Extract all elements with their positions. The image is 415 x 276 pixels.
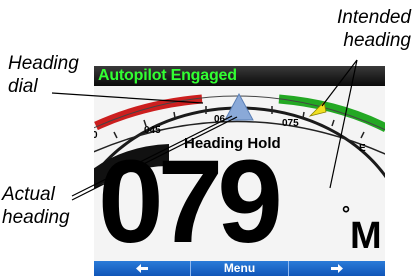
callout-actual-heading-line1: Actual (2, 184, 55, 205)
status-bar: Autopilot Engaged (94, 66, 385, 86)
softkey-bar: Menu (94, 261, 385, 276)
callout-actual-heading-line2: heading (2, 207, 70, 228)
status-title: Autopilot Engaged (98, 67, 237, 84)
heading-value: 079 (98, 136, 283, 268)
port-band (94, 94, 203, 131)
callout-intended-heading-line2: heading (343, 30, 411, 51)
autopilot-screen: 0 045 06 075 E Autopilot Engaged Heading… (94, 66, 385, 276)
dial-label-075: 075 (282, 118, 299, 129)
dial-label-06: 06 (214, 114, 226, 125)
left-arrow-icon (136, 264, 149, 274)
dial-label-e: E (359, 143, 366, 154)
softkey-left[interactable] (94, 261, 191, 276)
right-arrow-icon (330, 264, 343, 274)
softkey-right[interactable] (287, 261, 385, 276)
callout-actual-heading: Actual heading (2, 183, 70, 229)
callout-intended-heading-line1: Intended (337, 7, 411, 28)
softkey-menu[interactable]: Menu (190, 261, 288, 276)
heading-unit: M (350, 215, 382, 257)
callout-heading-dial-line1: Heading (8, 53, 79, 74)
dial-label-045: 045 (144, 125, 161, 136)
callout-intended-heading: Intended heading (337, 6, 411, 52)
callout-heading-dial-line2: dial (8, 76, 38, 97)
callout-heading-dial: Heading dial (8, 52, 79, 98)
